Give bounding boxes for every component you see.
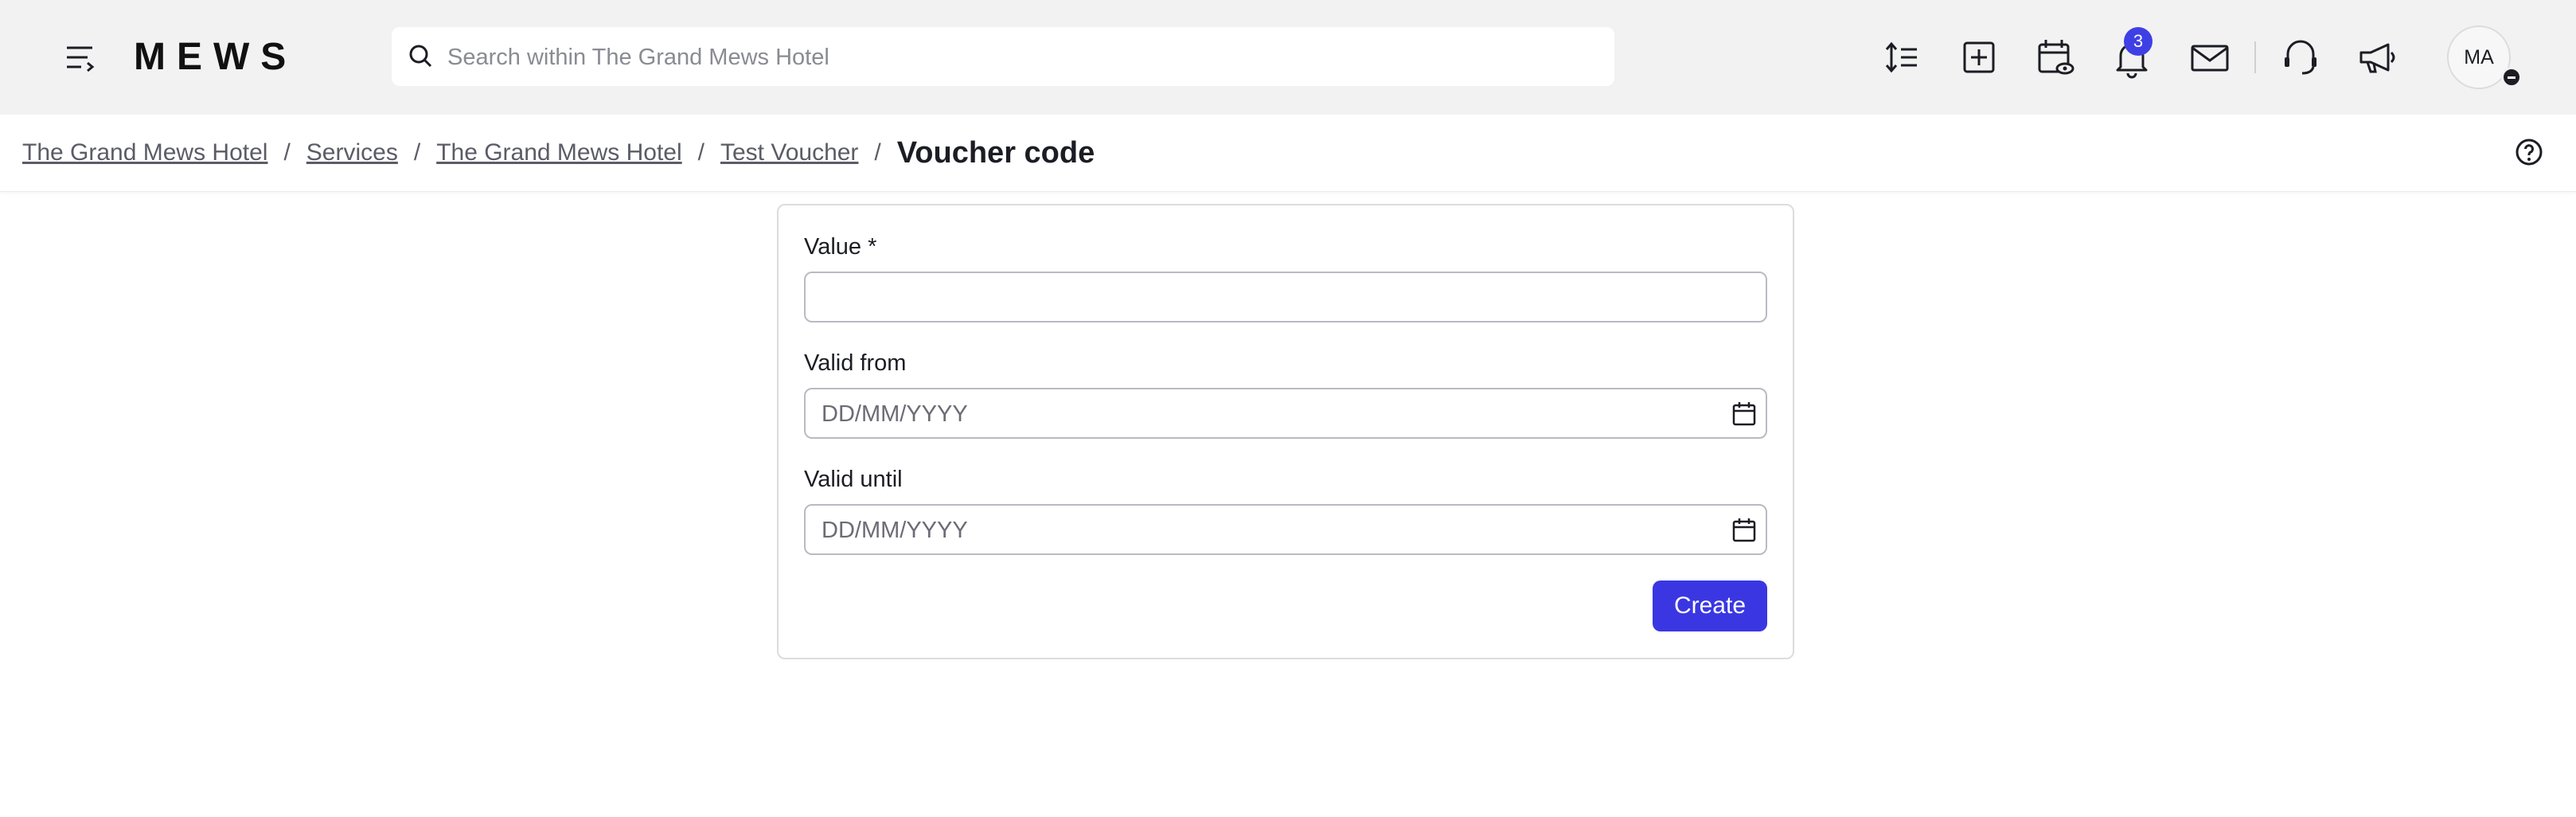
- search-bar[interactable]: [392, 27, 1614, 88]
- page-title: Voucher code: [896, 135, 1095, 170]
- calendar-icon[interactable]: [1731, 401, 1758, 428]
- value-label: Value *: [804, 234, 877, 260]
- valid-from-input[interactable]: [820, 389, 1699, 439]
- breadcrumb: The Grand Mews Hotel / Services / The Gr…: [22, 134, 1095, 172]
- valid-from-label: Valid from: [804, 350, 907, 376]
- menu-icon[interactable]: [56, 37, 103, 78]
- valid-until-field[interactable]: [804, 504, 1767, 555]
- status-icon: [2501, 67, 2522, 88]
- search-icon: [406, 41, 436, 72]
- line-height-icon[interactable]: [1879, 32, 1926, 83]
- breadcrumb-separator: /: [413, 139, 421, 166]
- breadcrumb-bar: The Grand Mews Hotel / Services / The Gr…: [0, 115, 2576, 192]
- notification-badge: 3: [2124, 27, 2153, 56]
- megaphone-icon[interactable]: [2353, 32, 2401, 83]
- breadcrumb-link-hotel[interactable]: The Grand Mews Hotel: [22, 139, 267, 166]
- breadcrumb-separator: /: [697, 139, 704, 166]
- breadcrumb-link-service[interactable]: The Grand Mews Hotel: [436, 139, 681, 166]
- search-input[interactable]: [446, 27, 1595, 88]
- valid-until-input[interactable]: [820, 506, 1699, 555]
- breadcrumb-separator: /: [283, 139, 291, 166]
- mews-logo[interactable]: MEWS: [134, 35, 297, 80]
- breadcrumb-separator: /: [874, 139, 881, 166]
- create-button[interactable]: Create: [1653, 580, 1767, 631]
- calendar-icon[interactable]: [1731, 517, 1758, 544]
- mail-icon[interactable]: [2186, 32, 2234, 83]
- add-square-icon[interactable]: [1955, 32, 2003, 83]
- breadcrumb-link-test-voucher[interactable]: Test Voucher: [720, 139, 858, 166]
- support-headset-icon[interactable]: [2277, 32, 2324, 83]
- value-field[interactable]: [804, 272, 1767, 322]
- valid-from-field[interactable]: [804, 388, 1767, 439]
- value-input[interactable]: [820, 273, 1699, 322]
- calendar-view-icon[interactable]: [2032, 32, 2079, 83]
- help-icon[interactable]: [2514, 137, 2544, 167]
- valid-until-label: Valid until: [804, 467, 903, 492]
- header-divider: [2254, 41, 2256, 73]
- breadcrumb-link-services[interactable]: Services: [306, 139, 398, 166]
